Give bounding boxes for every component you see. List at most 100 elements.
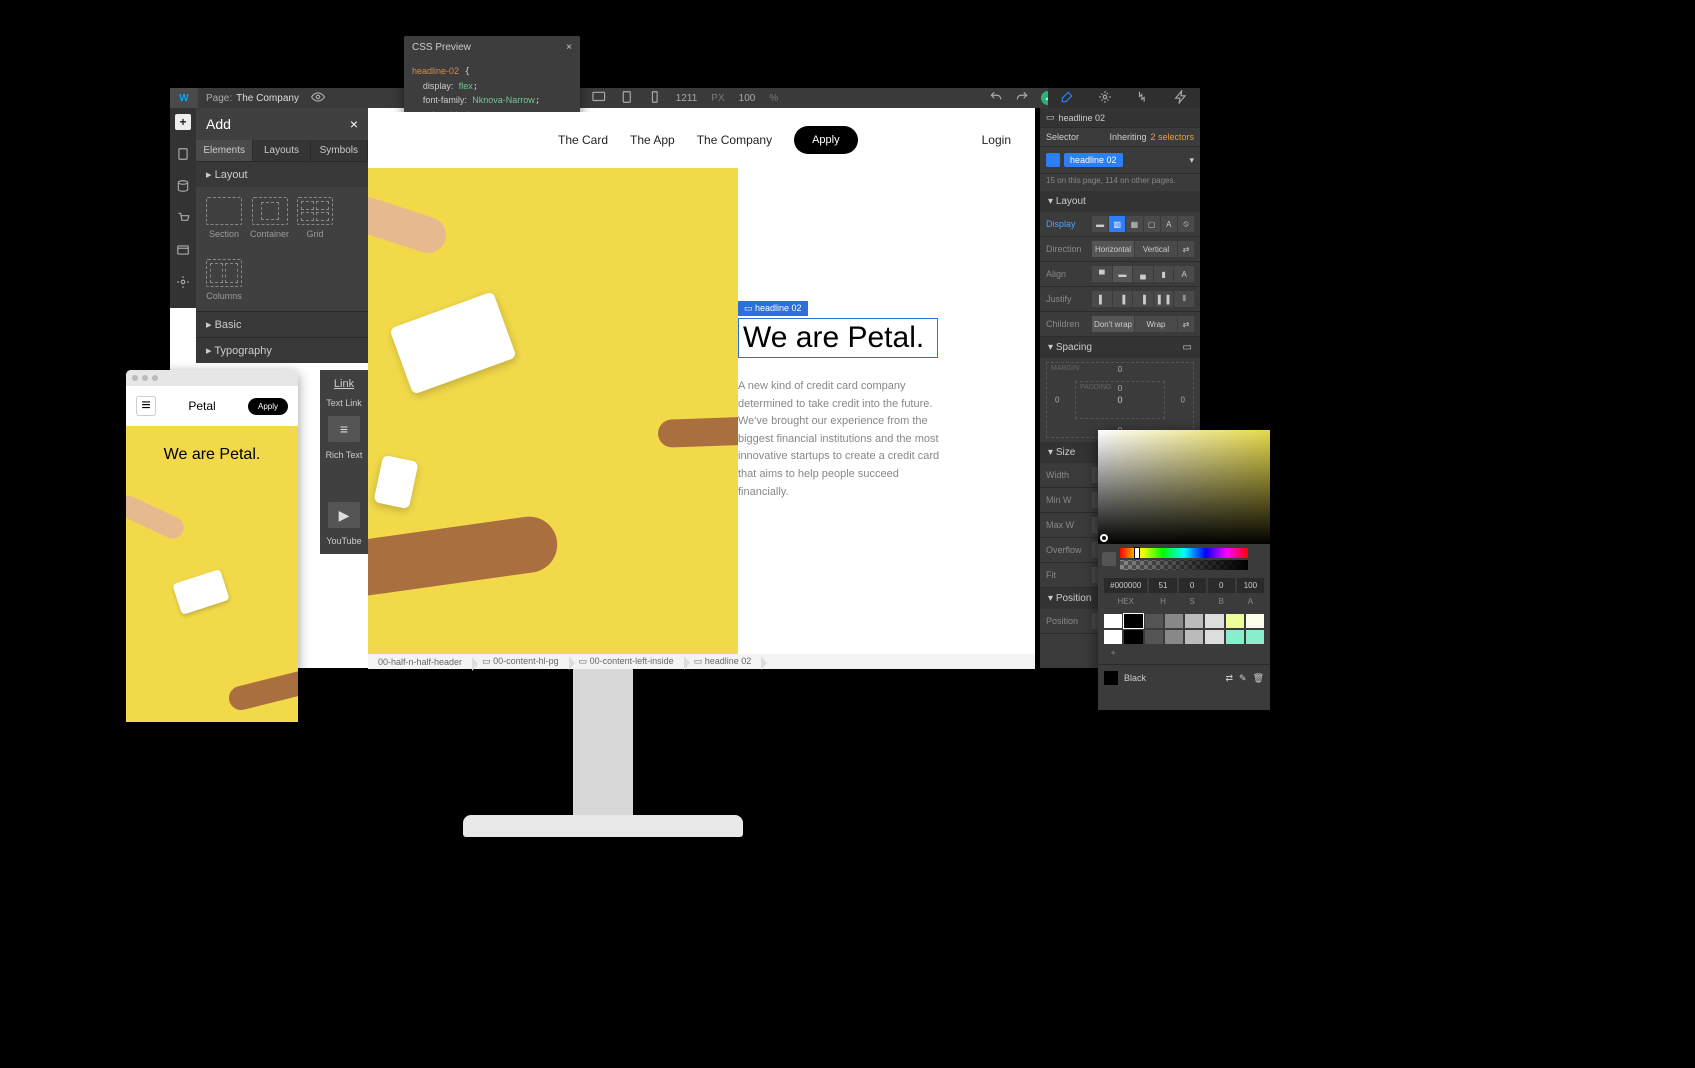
align-stretch[interactable]: ▮ bbox=[1154, 266, 1174, 282]
petal-logo[interactable]: Petal bbox=[188, 399, 215, 413]
link-icon[interactable]: ⇄ bbox=[1225, 673, 1233, 684]
direction-reverse-icon[interactable]: ⇄ bbox=[1178, 241, 1194, 257]
align-start[interactable]: ▀ bbox=[1092, 266, 1112, 282]
close-icon[interactable]: × bbox=[566, 42, 572, 53]
crumb[interactable]: ▭ 00-content-left-inside bbox=[569, 656, 684, 667]
h-input[interactable]: 51 bbox=[1149, 578, 1176, 593]
display-grid[interactable]: ▦ bbox=[1126, 216, 1142, 232]
direction-vertical[interactable]: Vertical bbox=[1135, 241, 1177, 257]
eyedropper-icon[interactable] bbox=[1102, 552, 1116, 566]
section-basic[interactable]: ▸ Basic bbox=[196, 311, 368, 337]
ecommerce-icon[interactable] bbox=[175, 210, 191, 226]
preview-eye-icon[interactable] bbox=[311, 90, 325, 107]
device-mobile-icon[interactable] bbox=[648, 90, 662, 107]
section-typography[interactable]: ▸ Typography bbox=[196, 337, 368, 363]
swatch[interactable] bbox=[1226, 614, 1244, 628]
hero-image[interactable] bbox=[368, 168, 738, 654]
inheriting-count[interactable]: 2 selectors bbox=[1150, 132, 1194, 142]
display-none[interactable]: ⦸ bbox=[1178, 216, 1194, 232]
pages-icon[interactable] bbox=[175, 146, 191, 162]
swatch[interactable] bbox=[1205, 614, 1223, 628]
justify-start[interactable]: ▌ bbox=[1092, 291, 1112, 307]
trash-icon[interactable]: 🗑 bbox=[1253, 673, 1264, 684]
nav-company[interactable]: The Company bbox=[697, 133, 772, 147]
expand-icon[interactable]: ▭ bbox=[1183, 342, 1192, 353]
hue-slider[interactable] bbox=[1120, 548, 1248, 558]
crumb[interactable]: 00-half-n-half-header bbox=[368, 657, 472, 667]
element-youtube[interactable]: YouTube bbox=[326, 536, 361, 546]
add-element-icon[interactable]: + bbox=[175, 114, 191, 130]
headline-02[interactable]: We are Petal. bbox=[738, 318, 938, 358]
assets-icon[interactable] bbox=[175, 242, 191, 258]
selector-chip[interactable]: headline 02 bbox=[1064, 153, 1123, 167]
mobile-apply-button[interactable]: Apply bbox=[248, 398, 288, 415]
tab-elements[interactable]: Elements bbox=[196, 140, 253, 161]
nav-card[interactable]: The Card bbox=[558, 133, 608, 147]
selected-swatch[interactable] bbox=[1104, 671, 1118, 685]
swatch[interactable] bbox=[1124, 630, 1142, 644]
justify-end[interactable]: ▐ bbox=[1133, 291, 1153, 307]
add-swatch[interactable]: + bbox=[1104, 646, 1122, 660]
selector-type-icon[interactable] bbox=[1046, 153, 1060, 167]
zoom-value[interactable]: 100 bbox=[739, 93, 756, 104]
device-tablet-icon[interactable] bbox=[620, 90, 634, 107]
display-block[interactable]: ▬ bbox=[1092, 216, 1108, 232]
element-rich-text-icon[interactable]: ≡ bbox=[328, 416, 360, 442]
crumb[interactable]: ▭ 00-content-hl-pg bbox=[472, 656, 569, 667]
justify-around[interactable]: ⦀ bbox=[1174, 291, 1194, 307]
a-input[interactable]: 100 bbox=[1237, 578, 1264, 593]
children-wrap[interactable]: Wrap bbox=[1135, 316, 1177, 332]
hue-handle[interactable] bbox=[1134, 547, 1140, 559]
children-nowrap[interactable]: Don't wrap bbox=[1092, 316, 1134, 332]
swatch[interactable] bbox=[1246, 630, 1264, 644]
section-layout[interactable]: ▾ Layout bbox=[1040, 191, 1200, 212]
settings-icon[interactable] bbox=[175, 274, 191, 290]
swatch[interactable] bbox=[1124, 614, 1142, 628]
hex-input[interactable]: #000000 bbox=[1104, 578, 1147, 593]
nav-login[interactable]: Login bbox=[982, 133, 1011, 147]
justify-between[interactable]: ▌▐ bbox=[1154, 291, 1174, 307]
color-gradient-area[interactable] bbox=[1098, 430, 1270, 544]
settings-gear-icon[interactable] bbox=[1098, 90, 1112, 107]
close-icon[interactable]: × bbox=[350, 116, 358, 132]
cms-icon[interactable] bbox=[175, 178, 191, 194]
canvas-width[interactable]: 1211 bbox=[676, 93, 698, 104]
chevron-down-icon[interactable]: ▾ bbox=[1189, 155, 1194, 166]
interactions-icon[interactable] bbox=[1136, 90, 1150, 107]
swatch[interactable] bbox=[1246, 614, 1264, 628]
element-grid[interactable]: Grid bbox=[297, 197, 333, 239]
alpha-slider[interactable] bbox=[1120, 560, 1248, 570]
swatch[interactable] bbox=[1104, 630, 1122, 644]
crumb[interactable]: ▭ headline 02 bbox=[684, 656, 762, 667]
element-rich-text[interactable]: Rich Text bbox=[326, 450, 363, 460]
display-inline[interactable]: A bbox=[1161, 216, 1177, 232]
undo-icon[interactable] bbox=[989, 90, 1003, 107]
brush-icon[interactable] bbox=[1060, 90, 1074, 107]
display-flex[interactable]: ▥ bbox=[1109, 216, 1125, 232]
swatch[interactable] bbox=[1165, 630, 1183, 644]
b-input[interactable]: 0 bbox=[1208, 578, 1235, 593]
page-name[interactable]: The Company bbox=[236, 93, 299, 104]
redo-icon[interactable] bbox=[1015, 90, 1029, 107]
hamburger-icon[interactable]: ≡ bbox=[136, 396, 156, 416]
element-section[interactable]: Section bbox=[206, 197, 242, 239]
swatch[interactable] bbox=[1185, 630, 1203, 644]
swatch[interactable] bbox=[1145, 614, 1163, 628]
tab-symbols[interactable]: Symbols bbox=[311, 140, 368, 161]
webflow-logo[interactable]: W bbox=[170, 88, 198, 108]
element-youtube-icon[interactable]: ▶ bbox=[328, 502, 360, 528]
tab-layouts[interactable]: Layouts bbox=[253, 140, 310, 161]
hero-body[interactable]: A new kind of credit card company determ… bbox=[738, 378, 948, 501]
s-input[interactable]: 0 bbox=[1179, 578, 1206, 593]
device-desktop-icon[interactable] bbox=[592, 90, 606, 107]
swatch[interactable] bbox=[1226, 630, 1244, 644]
justify-center[interactable]: ▐ bbox=[1113, 291, 1133, 307]
element-columns[interactable]: Columns bbox=[206, 259, 242, 301]
swatch[interactable] bbox=[1185, 614, 1203, 628]
edit-icon[interactable]: ✎ bbox=[1239, 673, 1247, 684]
section-layout[interactable]: ▸ Layout bbox=[196, 161, 368, 187]
direction-horizontal[interactable]: Horizontal bbox=[1092, 241, 1134, 257]
effects-icon[interactable] bbox=[1174, 90, 1188, 107]
nav-apply-button[interactable]: Apply bbox=[794, 126, 858, 154]
section-spacing[interactable]: ▾ Spacing ▭ bbox=[1040, 337, 1200, 358]
